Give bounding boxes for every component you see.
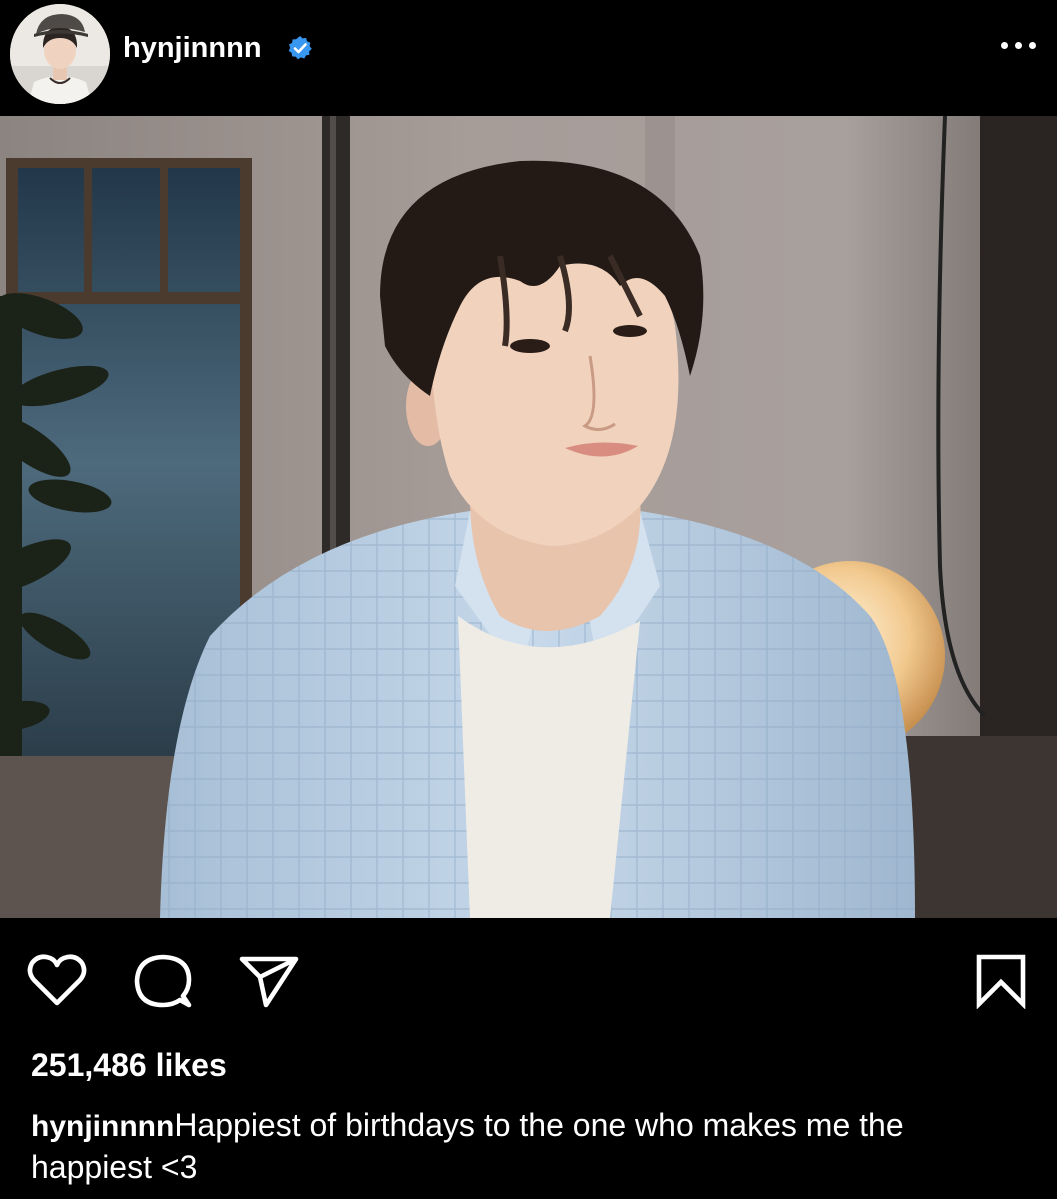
- bookmark-icon[interactable]: [975, 953, 1027, 1009]
- post-header: hynjinnnn: [0, 0, 1057, 116]
- verified-badge-icon: [288, 36, 312, 60]
- caption-username[interactable]: hynjinnnn: [31, 1110, 174, 1143]
- post-photo[interactable]: [0, 116, 1057, 918]
- heart-icon[interactable]: [26, 953, 88, 1009]
- avatar[interactable]: [10, 4, 110, 104]
- more-options-icon[interactable]: [999, 36, 1039, 56]
- post-caption: hynjinnnnHappiest of birthdays to the on…: [31, 1105, 1031, 1188]
- post-username[interactable]: hynjinnnn: [123, 30, 262, 66]
- likes-count[interactable]: 251,486 likes: [31, 1045, 227, 1085]
- avatar-image: [10, 4, 110, 104]
- photo-image: [0, 116, 1057, 918]
- send-icon[interactable]: [238, 953, 300, 1009]
- comment-icon[interactable]: [133, 953, 193, 1009]
